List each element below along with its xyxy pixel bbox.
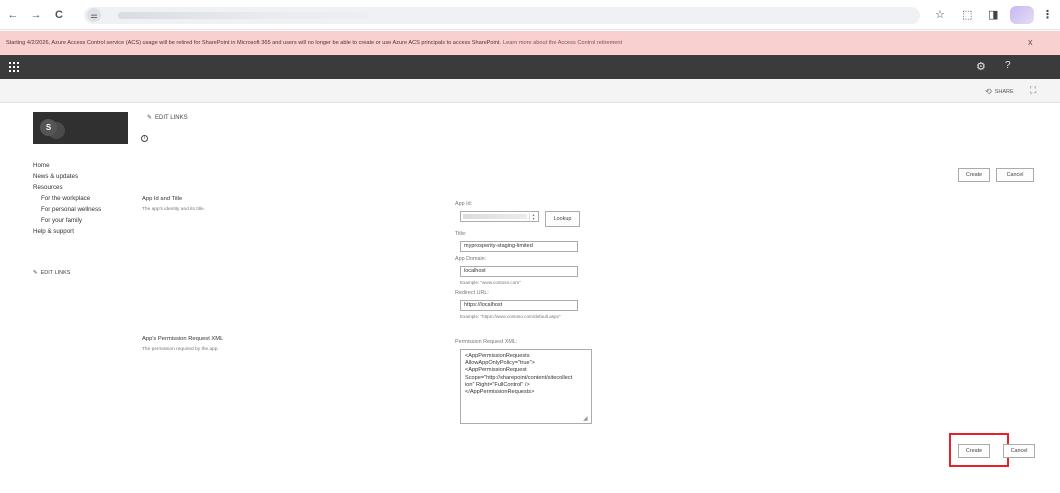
info-icon[interactable]: i: [141, 135, 148, 142]
app-id-value-redacted: [463, 214, 527, 219]
logo-letter: S: [40, 119, 57, 136]
gear-icon[interactable]: ⚙: [976, 60, 986, 73]
app-domain-example: Example: "www.contoso.com": [460, 280, 521, 285]
redirect-url-label: Redirect URL:: [455, 290, 489, 296]
share-button[interactable]: ⟲ SHARE: [985, 87, 1014, 96]
share-icon: ⟲: [985, 87, 992, 96]
app-section-description: The app's identity and its title.: [142, 207, 206, 212]
nav-item-resources[interactable]: Resources: [33, 182, 143, 193]
permission-xml-textarea[interactable]: <AppPermissionRequests AllowAppOnlyPolic…: [460, 349, 592, 424]
focus-mode-icon[interactable]: ⛶: [1030, 85, 1036, 96]
acs-retirement-banner: Starting 4/2/2026, Azure Access Control …: [0, 31, 1060, 55]
create-button-bottom[interactable]: Create: [958, 444, 990, 458]
edit-links-nav[interactable]: ✎ EDIT LINKS: [33, 270, 70, 276]
url-text-redacted: [118, 12, 368, 19]
cancel-button-top[interactable]: Cancel: [996, 168, 1034, 182]
create-button-top[interactable]: Create: [958, 168, 990, 182]
nav-item-help-support[interactable]: Help & support: [33, 226, 143, 237]
browser-profile-avatar[interactable]: [1010, 6, 1034, 24]
resize-grip-icon[interactable]: ◢: [583, 415, 588, 422]
nav-item-for-the-workplace[interactable]: For the workplace: [33, 193, 143, 204]
lookup-button[interactable]: Lookup: [545, 211, 580, 227]
pencil-icon: ✎: [147, 115, 153, 121]
redirect-url-example: Example: "https://www.contoso.com/defaul…: [460, 314, 561, 319]
close-icon[interactable]: x: [1028, 37, 1033, 47]
reload-icon[interactable]: C: [52, 8, 66, 22]
share-label: SHARE: [994, 88, 1014, 95]
left-navigation: Home News & updates Resources For the wo…: [33, 160, 143, 237]
help-icon[interactable]: ?: [1005, 60, 1011, 71]
banner-message: Starting 4/2/2026, Azure Access Control …: [6, 40, 501, 46]
app-id-input[interactable]: ▴ ▾: [460, 211, 539, 222]
permission-section-title: App's Permission Request XML: [142, 336, 224, 342]
nav-item-news-updates[interactable]: News & updates: [33, 171, 143, 182]
extensions-icon[interactable]: ⬚: [962, 8, 972, 21]
nav-item-for-your-family[interactable]: For your family: [33, 215, 143, 226]
browser-toolbar: ← → C ⚌ ☆ ⬚ ◨ ⋮: [0, 0, 1060, 30]
bookmark-star-icon[interactable]: ☆: [935, 8, 945, 21]
pencil-icon: ✎: [33, 270, 38, 276]
edit-links-top-label: EDIT LINKS: [155, 114, 188, 121]
ribbon-bar: ⟲ SHARE ⛶: [0, 79, 1060, 103]
permission-xml-label: Permission Request XML:: [455, 339, 518, 345]
edit-links-nav-label: EDIT LINKS: [40, 270, 71, 276]
title-label: Title:: [455, 231, 467, 237]
nav-item-for-personal-wellness[interactable]: For personal wellness: [33, 204, 143, 215]
site-logo[interactable]: S: [33, 112, 128, 144]
cancel-button-bottom[interactable]: Cancel: [1003, 444, 1035, 458]
app-id-label: App Id:: [455, 201, 473, 207]
forward-icon[interactable]: →: [29, 8, 43, 22]
edit-links-top[interactable]: ✎ EDIT LINKS: [147, 114, 188, 122]
side-panel-icon[interactable]: ◨: [988, 8, 998, 21]
banner-learn-more-link[interactable]: Learn more about the Access Control reti…: [503, 40, 622, 46]
suite-bar: ⚙ ?: [0, 55, 1060, 79]
nav-item-home[interactable]: Home: [33, 160, 143, 171]
site-info-icon[interactable]: ⚌: [87, 8, 101, 22]
redirect-url-input[interactable]: https://localhost: [460, 300, 578, 311]
app-domain-input[interactable]: localhost: [460, 266, 578, 277]
app-domain-label: App Domain:: [455, 256, 487, 262]
app-launcher-icon[interactable]: [9, 62, 19, 72]
permission-section-description: The permission required by the app.: [142, 347, 219, 352]
back-icon[interactable]: ←: [6, 8, 20, 22]
title-input[interactable]: myprosperity-staging-limited: [460, 241, 578, 252]
browser-menu-icon[interactable]: ⋮: [1042, 8, 1053, 21]
spinner-icon: ▴ ▾: [529, 213, 537, 220]
app-section-title: App Id and Title: [142, 196, 183, 202]
